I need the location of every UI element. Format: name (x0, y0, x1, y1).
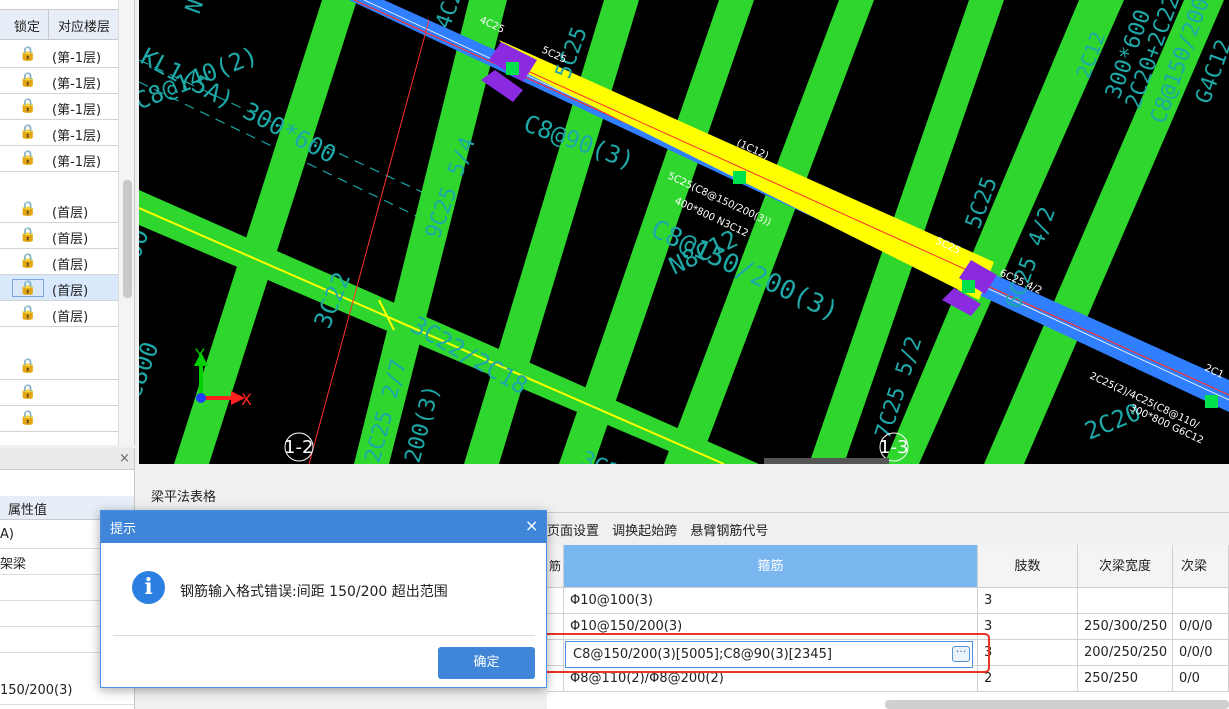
lock-icon[interactable]: 🔒 (12, 124, 44, 142)
swap-start-span-button[interactable]: 调换起始跨 (612, 524, 677, 539)
col-header-stirrup[interactable]: 箍筋 (564, 545, 978, 588)
layer-row[interactable]: 🔒 (0, 406, 118, 432)
extra-cell[interactable]: 0/0/0 (1173, 614, 1229, 640)
lock-icon[interactable]: 🔒 (12, 46, 44, 64)
layer-row[interactable]: 🔒 (第-1层) (0, 120, 118, 146)
ok-button[interactable]: 确定 (438, 647, 535, 679)
layer-panel-top-strip (0, 0, 118, 10)
cad-text: C800 (139, 338, 164, 402)
prev-cell[interactable] (547, 588, 564, 614)
lock-icon[interactable]: 🔒 (12, 150, 44, 168)
extra-cell[interactable] (1173, 588, 1229, 614)
property-value: 150/200(3) (0, 683, 73, 698)
layer-row[interactable]: 🔒 (0, 354, 118, 380)
layer-panel: 锁定 对应楼层 🔒 (第-1层) 🔒 (第-1层) 🔒 (第-1层) 🔒 (第-1层) 🔒 (第-… (0, 0, 135, 445)
property-value: A) (0, 527, 14, 542)
col-floor-header: 对应楼层 (58, 20, 111, 35)
alert-dialog: 提示 × i 钢筋输入格式错误:间距 150/200 超出范围 确定 (100, 510, 547, 688)
extra-cell[interactable]: 0/0/0 (1173, 640, 1229, 666)
col-header-legs[interactable]: 肢数 (978, 545, 1078, 588)
floor-cell: (第-1层) (52, 51, 102, 66)
floor-cell: (第-1层) (52, 129, 102, 144)
cantilever-code-button[interactable]: 悬臂钢筋代号 (690, 524, 768, 539)
lock-icon[interactable]: 🔒 (12, 201, 44, 219)
layer-row[interactable]: 🔒 (首层) (0, 197, 118, 223)
lock-icon[interactable]: 🔒 (12, 72, 44, 90)
floor-cell: (首层) (52, 206, 89, 221)
lock-icon[interactable]: 🔒 (12, 253, 44, 271)
col-header-sec-width[interactable]: 次梁宽度 (1078, 545, 1173, 588)
col-header-prev[interactable]: 筋 (547, 545, 564, 588)
legs-cell[interactable]: 2 (978, 666, 1078, 692)
close-icon[interactable]: × (525, 516, 538, 535)
floor-cell: (首层) (52, 284, 89, 299)
layer-row[interactable]: 🔒 (0, 380, 118, 406)
col-lock-header: 锁定 (14, 20, 41, 35)
cad-text: 00 (139, 225, 155, 262)
layer-row[interactable]: 🔒 (第-1层) (0, 68, 118, 94)
layer-row[interactable]: 🔒 (第-1层) (0, 94, 118, 120)
panel-title: 梁平法表格 (151, 490, 217, 505)
floor-cell: (第-1层) (52, 103, 102, 118)
grid-label-1-2: 1-2 (284, 437, 313, 458)
cad-drawing[interactable]: N10C14 KL1(5A) 300*600 C8@140(2) C8@90(3… (139, 0, 1229, 464)
grid-label-1-3: 1-3 (879, 437, 908, 458)
sec-width-cell[interactable]: 250/250 (1078, 666, 1173, 692)
property-value: 架梁 (0, 557, 27, 572)
error-highlight-box (539, 633, 990, 673)
layer-scrollbar[interactable] (118, 0, 134, 445)
cad-text: 200(3) (401, 382, 446, 464)
beam-table: 筋 箍筋 肢数 次梁宽度 次梁 Φ10@100(3) 3 Φ10@150/200(3… (547, 545, 1229, 709)
layer-row[interactable]: 🔒 (首层) (0, 301, 118, 327)
dialog-message: 钢筋输入格式错误:间距 150/200 超出范围 (180, 584, 448, 600)
layer-row[interactable]: 🔒 (首层) (0, 249, 118, 275)
layer-table-header: 锁定 对应楼层 (0, 10, 118, 40)
toolbar: 页面设置 调换起始跨 悬臂钢筋代号 (547, 520, 777, 539)
dialog-titlebar[interactable]: 提示 × (101, 511, 546, 543)
dialog-divider (113, 635, 535, 636)
property-value-header: 属性值 (8, 503, 48, 518)
horizontal-scrollbar[interactable] (885, 700, 1229, 709)
stirrup-cell[interactable]: Φ10@100(3) (564, 588, 978, 614)
lock-icon[interactable]: 🔒 (12, 410, 44, 428)
layer-row[interactable]: 🔒 (第-1层) (0, 146, 118, 172)
lock-icon[interactable]: 🔒 (12, 98, 44, 116)
lock-icon[interactable]: 🔒 (12, 279, 44, 297)
legs-cell[interactable]: 3 (978, 640, 1078, 666)
sec-width-cell[interactable]: 250/300/250 (1078, 614, 1173, 640)
header-divider (48, 10, 49, 40)
layer-row[interactable]: 🔒 (第-1层) (0, 42, 118, 68)
cad-text: N10C14 (181, 0, 232, 17)
lock-icon[interactable]: 🔒 (12, 358, 44, 376)
col-header-secondary[interactable]: 次梁 (1173, 545, 1229, 588)
floor-cell: (首层) (52, 258, 89, 273)
sec-width-cell[interactable]: 200/250/250 (1078, 640, 1173, 666)
legs-cell[interactable]: 3 (978, 614, 1078, 640)
lock-icon[interactable]: 🔒 (12, 305, 44, 323)
drawing-canvas[interactable]: N10C14 KL1(5A) 300*600 C8@140(2) C8@90(3… (139, 0, 1229, 464)
floor-cell: (第-1层) (52, 77, 102, 92)
layer-row[interactable]: 🔒 (首层) (0, 223, 118, 249)
scrollbar-thumb[interactable] (123, 180, 132, 298)
property-panel-titlebar: × (0, 448, 134, 470)
axis-x-label: X (241, 390, 252, 409)
layer-row[interactable]: 🔒 (首层) (0, 275, 118, 301)
legs-cell[interactable]: 3 (978, 588, 1078, 614)
close-icon[interactable]: × (119, 451, 130, 466)
info-icon: i (132, 571, 165, 604)
sec-width-cell[interactable] (1078, 588, 1173, 614)
page-settings-button[interactable]: 页面设置 (547, 524, 599, 539)
floor-cell: (首层) (52, 232, 89, 247)
lock-icon[interactable]: 🔒 (12, 227, 44, 245)
extra-cell[interactable]: 0/0 (1173, 666, 1229, 692)
floor-cell: (第-1层) (52, 155, 102, 170)
floor-cell: (首层) (52, 310, 89, 325)
axis-y-label: Y (194, 345, 205, 364)
dialog-title: 提示 (110, 522, 137, 537)
lock-icon[interactable]: 🔒 (12, 384, 44, 402)
